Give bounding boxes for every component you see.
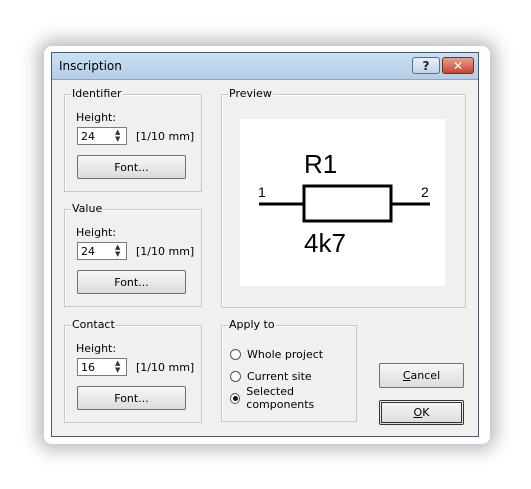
radio-indicator[interactable] xyxy=(230,370,241,382)
dialog-title: Inscription xyxy=(59,59,122,73)
identifier-height-label: Height: xyxy=(76,111,117,124)
close-icon: ✕ xyxy=(452,58,464,73)
value-legend: Value xyxy=(71,202,104,215)
preview-pin1-label: 1 xyxy=(258,184,266,200)
contact-height-label: Height: xyxy=(76,342,117,355)
apply-to-group: Apply to Whole project Current site Sele… xyxy=(221,318,357,422)
apply-to-legend: Apply to xyxy=(228,318,276,331)
cancel-button[interactable]: Cancel xyxy=(379,363,464,388)
cancel-label: ancel xyxy=(410,369,441,382)
value-height-spinner[interactable]: 24 ▲ ▼ xyxy=(77,242,127,260)
preview-legend: Preview xyxy=(228,87,273,100)
close-button[interactable]: ✕ xyxy=(442,57,474,74)
inscription-dialog: Inscription ? ✕ Identifier Height: 24 ▲ … xyxy=(51,52,479,437)
ok-button[interactable]: OK xyxy=(379,400,464,425)
radio-indicator[interactable] xyxy=(230,348,241,360)
identifier-group: Identifier Height: 24 ▲ ▼ [1/10 mm] Font… xyxy=(64,87,202,192)
preview-pin2-label: 2 xyxy=(421,184,429,200)
spin-down-icon[interactable]: ▼ xyxy=(115,136,120,143)
value-font-button[interactable]: Font... xyxy=(77,270,186,294)
spin-arrows[interactable]: ▲ ▼ xyxy=(113,359,125,375)
contact-unit-label: [1/10 mm] xyxy=(136,361,195,374)
preview-canvas: R1 4k7 1 2 xyxy=(240,119,445,286)
title-bar[interactable]: Inscription ? ✕ xyxy=(52,53,478,80)
spin-down-icon[interactable]: ▼ xyxy=(115,367,120,374)
resistor-preview: R1 4k7 1 2 xyxy=(258,149,430,258)
value-group: Value Height: 24 ▲ ▼ [1/10 mm] Font... xyxy=(64,202,202,307)
help-button[interactable]: ? xyxy=(412,57,440,74)
preview-component-value: 4k7 xyxy=(304,228,346,258)
identifier-legend: Identifier xyxy=(71,87,123,100)
radio-selected-components[interactable]: Selected components xyxy=(230,385,356,411)
preview-group: Preview R1 4k7 1 2 xyxy=(221,87,466,308)
identifier-height-spinner[interactable]: 24 ▲ ▼ xyxy=(77,127,127,145)
contact-font-button[interactable]: Font... xyxy=(77,386,186,410)
radio-current-site[interactable]: Current site xyxy=(230,368,312,384)
radio-whole-project[interactable]: Whole project xyxy=(230,346,323,362)
spin-arrows[interactable]: ▲ ▼ xyxy=(113,128,125,144)
radio-indicator-selected[interactable] xyxy=(230,392,241,404)
ok-mnemonic: O xyxy=(413,406,423,419)
radio-label: Selected components xyxy=(246,385,315,411)
value-height-value: 24 xyxy=(81,245,95,258)
spin-down-icon[interactable]: ▼ xyxy=(115,251,120,258)
preview-component-name: R1 xyxy=(304,149,337,179)
dialog-content: Identifier Height: 24 ▲ ▼ [1/10 mm] Font… xyxy=(52,80,478,436)
identifier-unit-label: [1/10 mm] xyxy=(136,130,195,143)
cancel-mnemonic: C xyxy=(402,369,411,382)
spin-arrows[interactable]: ▲ ▼ xyxy=(113,243,125,259)
value-height-label: Height: xyxy=(76,226,117,239)
preview-resistor-body xyxy=(302,184,393,223)
value-unit-label: [1/10 mm] xyxy=(136,245,195,258)
identifier-height-value: 24 xyxy=(81,130,95,143)
contact-height-value: 16 xyxy=(81,361,95,374)
contact-group: Contact Height: 16 ▲ ▼ [1/10 mm] Font... xyxy=(64,318,202,423)
radio-label: Whole project xyxy=(247,347,324,361)
ok-label: K xyxy=(422,406,430,419)
identifier-font-button[interactable]: Font... xyxy=(77,155,186,179)
contact-height-spinner[interactable]: 16 ▲ ▼ xyxy=(77,358,127,376)
radio-label: Current site xyxy=(247,369,312,383)
contact-legend: Contact xyxy=(71,318,116,331)
